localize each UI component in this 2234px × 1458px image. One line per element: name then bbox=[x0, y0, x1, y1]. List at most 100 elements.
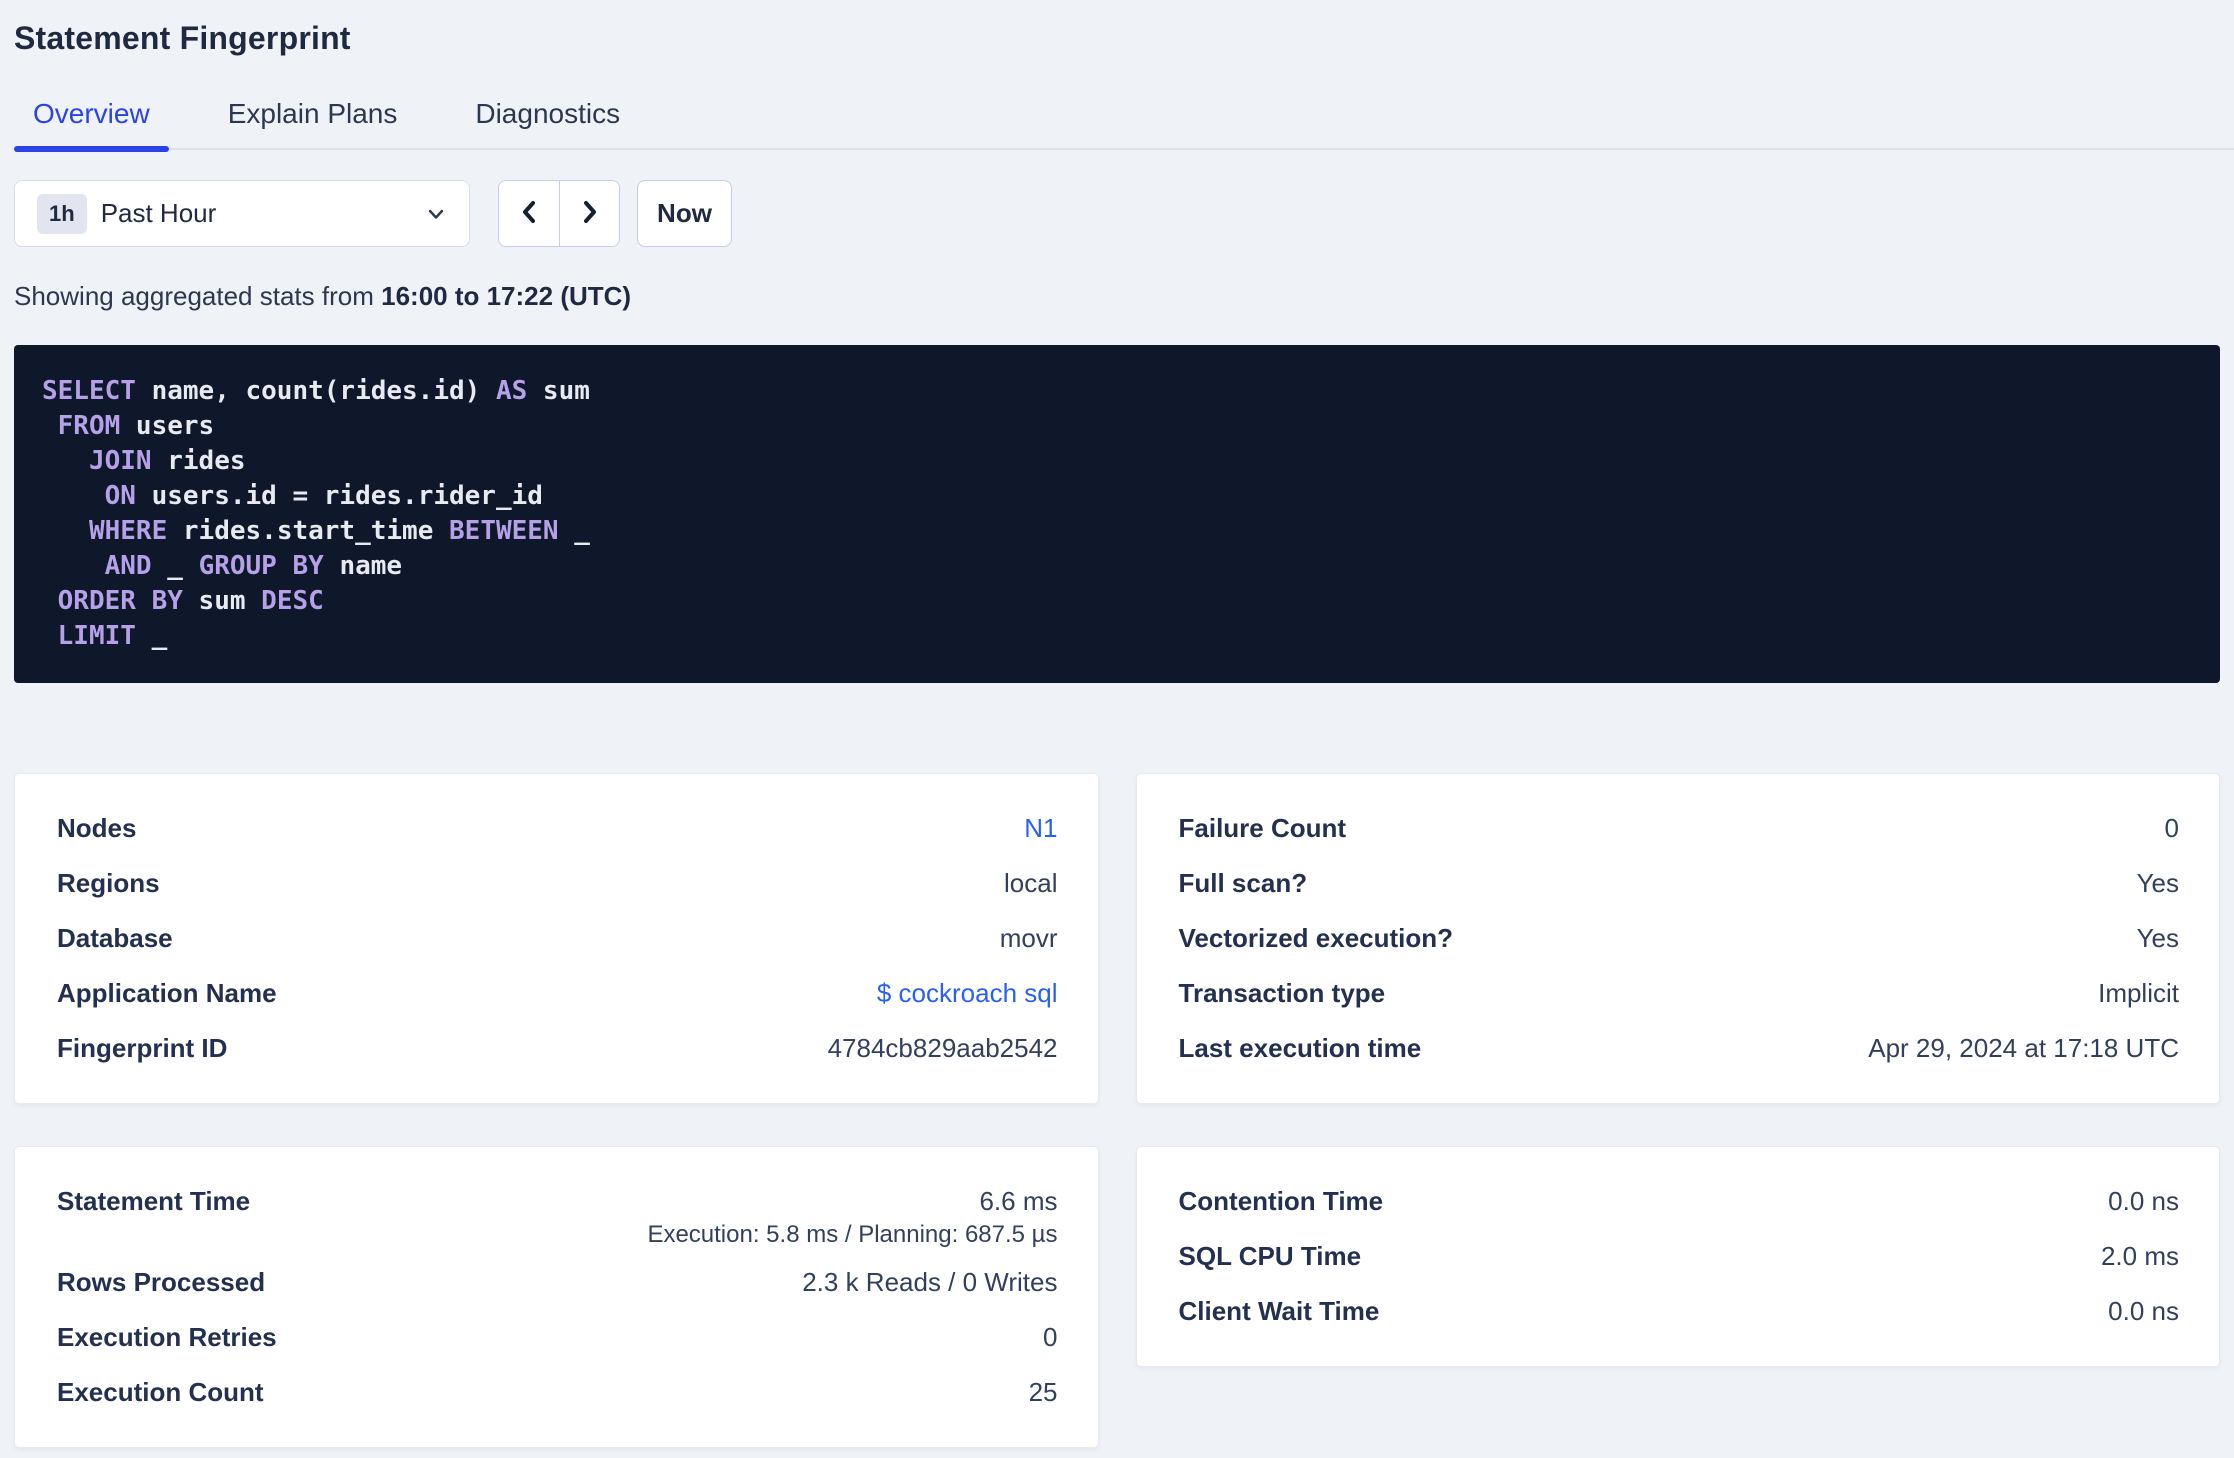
performance-card-right: Contention Time 0.0 ns SQL CPU Time 2.0 ms C… bbox=[1135, 1146, 2220, 1367]
stat-row: Statement Time 6.6 ms Execution: 5.8 ms / … bbox=[57, 1174, 1058, 1255]
stat-label: Execution Retries bbox=[57, 1322, 277, 1352]
sql-keyword: LIMIT bbox=[57, 621, 136, 651]
stat-label: Last execution time bbox=[1178, 1033, 1422, 1063]
sql-keyword: SELECT bbox=[42, 376, 136, 406]
sql-line: ON users.id = rides.rider_id bbox=[42, 479, 2192, 514]
stat-value: Yes bbox=[2136, 868, 2179, 898]
page-title: Statement Fingerprint bbox=[14, 20, 351, 56]
stat-value-wrap: Yes bbox=[2137, 856, 2179, 911]
stat-value-wrap: 2.0 ms bbox=[2101, 1229, 2179, 1284]
stat-row: Fingerprint ID 4784cb829aab2542 bbox=[57, 1021, 1058, 1076]
chevron-right-icon bbox=[579, 199, 601, 228]
sql-keyword: FROM bbox=[57, 411, 121, 441]
tab-diagnostics[interactable]: Diagnostics bbox=[456, 100, 639, 148]
stat-row: Rows Processed 2.3 k Reads / 0 Writes bbox=[57, 1255, 1058, 1310]
stat-row: Client Wait Time 0.0 ns bbox=[1179, 1284, 2180, 1339]
tab-overview[interactable]: Overview bbox=[14, 100, 169, 152]
stat-label: Nodes bbox=[57, 813, 137, 843]
aggregated-stats-line: Showing aggregated stats from 16:00 to 1… bbox=[14, 281, 2220, 311]
stat-row: Database movr bbox=[57, 911, 1058, 966]
stat-label: Database bbox=[57, 923, 173, 953]
summary-card-right: Failure Count 0 Full scan? Yes Vectorized ex… bbox=[1135, 773, 2220, 1104]
stat-value: movr bbox=[999, 923, 1058, 953]
chevron-left-icon bbox=[518, 199, 540, 228]
sql-keyword: BETWEEN bbox=[449, 516, 559, 546]
sql-text: rides bbox=[151, 446, 246, 476]
stat-row: Application Name $ cockroach sql bbox=[57, 966, 1058, 1021]
sql-keyword: ON bbox=[104, 481, 136, 511]
sql-line: SELECT name, count(rides.id) AS sum bbox=[42, 374, 2192, 409]
stat-value-wrap: 2.3 k Reads / 0 Writes bbox=[802, 1255, 1057, 1310]
stat-value: 0.0 ns bbox=[2108, 1296, 2179, 1326]
stat-label: Vectorized execution? bbox=[1178, 923, 1454, 953]
stat-value: 0 bbox=[2164, 813, 2179, 843]
stat-value-wrap: 0.0 ns bbox=[2108, 1284, 2179, 1339]
stat-value: local bbox=[1004, 868, 1058, 898]
sql-text: users bbox=[120, 411, 215, 441]
stat-label: Fingerprint ID bbox=[57, 1033, 228, 1063]
stat-label: Failure Count bbox=[1178, 813, 1347, 843]
sql-line: FROM users bbox=[42, 409, 2192, 444]
stat-label: Rows Processed bbox=[57, 1267, 266, 1297]
sql-text: users.id = rides.rider_id bbox=[135, 481, 543, 511]
next-time-button[interactable] bbox=[559, 181, 619, 246]
stat-value-link[interactable]: $ cockroach sql bbox=[877, 966, 1058, 1021]
stat-value-wrap: 6.6 ms Execution: 5.8 ms / Planning: 687.… bbox=[647, 1174, 1057, 1255]
sql-keyword: AS bbox=[495, 376, 528, 406]
stat-value: Apr 29, 2024 at 17:18 UTC bbox=[1868, 1033, 2179, 1063]
now-button[interactable]: Now bbox=[637, 180, 732, 247]
stat-value: 2.3 k Reads / 0 Writes bbox=[802, 1267, 1058, 1297]
stat-value-wrap: $ cockroach sql bbox=[877, 966, 1058, 1021]
stat-label: Application Name bbox=[57, 978, 277, 1008]
tab-explain-plans[interactable]: Explain Plans bbox=[209, 100, 417, 148]
sql-text: name bbox=[323, 551, 403, 581]
chevron-down-icon bbox=[426, 204, 446, 224]
stat-row: Last execution time Apr 29, 2024 at 17:18… bbox=[1179, 1021, 2180, 1076]
stat-value: 4784cb829aab2542 bbox=[827, 1033, 1058, 1063]
stat-row: Failure Count 0 bbox=[1179, 801, 2180, 856]
stat-value-wrap: 0 bbox=[1043, 1310, 1057, 1365]
sql-text: sum bbox=[527, 376, 590, 406]
sql-keyword: AND bbox=[104, 551, 152, 581]
stats-cards-grid: Nodes N1 Regions local Database movr Applicati… bbox=[14, 773, 2220, 1448]
stat-row: Transaction type Implicit bbox=[1179, 966, 2180, 1021]
sql-keyword: DESC bbox=[261, 586, 324, 616]
stat-value-wrap: Implicit bbox=[2098, 966, 2179, 1021]
sql-text: _ bbox=[558, 516, 590, 546]
stat-subvalue: Execution: 5.8 ms / Planning: 687.5 µs bbox=[647, 1221, 1058, 1248]
stat-value: 0 bbox=[1043, 1322, 1058, 1352]
previous-time-button[interactable] bbox=[499, 181, 559, 246]
stat-label: Execution Count bbox=[57, 1377, 264, 1407]
stat-value-wrap: local bbox=[1004, 856, 1057, 911]
stat-value: 0.0 ns bbox=[2108, 1186, 2179, 1216]
stat-value-link[interactable]: N1 bbox=[1024, 801, 1057, 856]
time-step-button-group bbox=[498, 180, 620, 247]
stat-value-wrap: Yes bbox=[2137, 911, 2179, 966]
stat-value: Implicit bbox=[2098, 978, 2179, 1008]
sql-keyword: GROUP BY bbox=[198, 551, 324, 581]
stat-label: SQL CPU Time bbox=[1178, 1241, 1362, 1271]
sql-keyword: ORDER BY bbox=[57, 586, 183, 616]
time-toolbar: 1h Past Hour Now bbox=[14, 180, 2220, 247]
tab-bar: Overview Explain Plans Diagnostics bbox=[14, 100, 2234, 152]
stat-label: Client Wait Time bbox=[1178, 1296, 1380, 1326]
stat-value: 25 bbox=[1028, 1377, 1058, 1407]
sql-line: LIMIT _ bbox=[42, 619, 2192, 654]
stat-row: Execution Retries 0 bbox=[57, 1310, 1058, 1365]
stat-label: Statement Time bbox=[57, 1186, 251, 1216]
time-range-dropdown[interactable]: 1h Past Hour bbox=[14, 180, 470, 247]
stat-row: Contention Time 0.0 ns bbox=[1179, 1174, 2180, 1229]
stat-row: Execution Count 25 bbox=[57, 1365, 1058, 1420]
stat-row: Full scan? Yes bbox=[1179, 856, 2180, 911]
sql-statement-box: SELECT name, count(rides.id) AS sum FROM… bbox=[14, 345, 2220, 683]
stat-label: Regions bbox=[57, 868, 160, 898]
sql-keyword: JOIN bbox=[88, 446, 152, 476]
stat-value-wrap: 0.0 ns bbox=[2108, 1174, 2179, 1229]
stat-value-wrap: N1 bbox=[1024, 801, 1057, 856]
